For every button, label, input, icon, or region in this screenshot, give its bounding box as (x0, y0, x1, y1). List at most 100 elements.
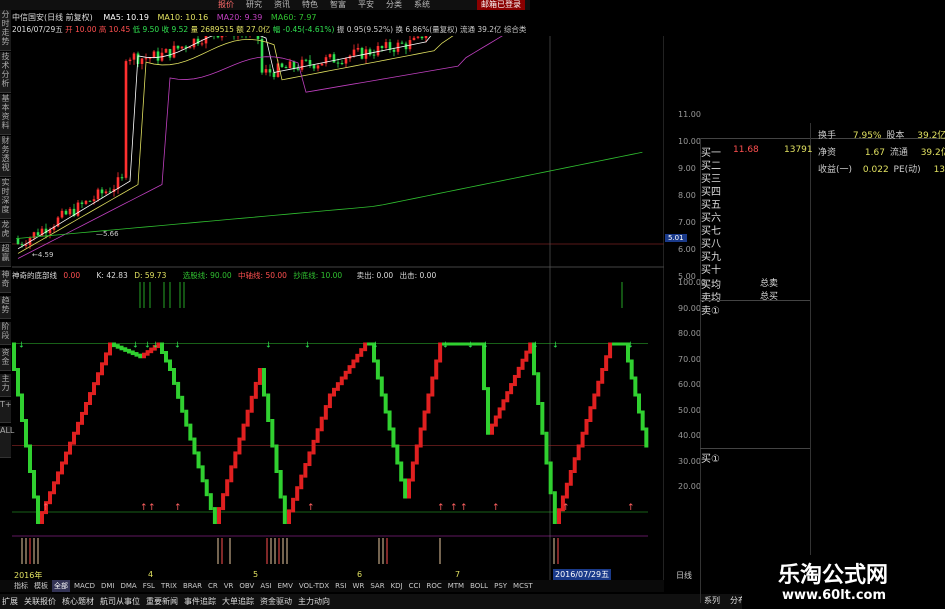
indicator-step (12, 342, 16, 371)
indicator-tab[interactable]: ASI (258, 580, 273, 592)
left-tab-lower[interactable]: 神奇 (0, 270, 11, 293)
indicator-step (184, 409, 189, 427)
candle-body (332, 54, 336, 63)
indicator-tab[interactable]: OBV (237, 580, 256, 592)
left-tab-lower[interactable]: 主力 (0, 374, 11, 397)
stock-name: 中信国安(日线 前复权) (12, 13, 93, 22)
indicator-tab[interactable]: VOL-TDX (297, 580, 331, 592)
quote-exchange: 换 6.86%(量复权) (395, 25, 458, 34)
indicator-step (28, 444, 32, 473)
bottom-bar-item[interactable]: 重要新闻 (146, 594, 178, 609)
bottom-bar-item[interactable]: 资金驱动 (260, 594, 292, 609)
left-tab[interactable]: 分时走势 (0, 10, 11, 51)
login-warning[interactable]: 邮箱已登录 (477, 0, 525, 10)
indicator-tab[interactable]: ROC (424, 580, 443, 592)
indicator-tab[interactable]: 全部 (52, 580, 70, 592)
indicator-tab[interactable]: MACD (72, 580, 97, 592)
indicator-step (343, 370, 348, 380)
day-label[interactable]: 日线 (676, 570, 692, 581)
bottom-bar-item[interactable]: 主力动向 (298, 594, 330, 609)
indicator-tab[interactable]: 模板 (32, 580, 50, 592)
indicator-tab[interactable]: MCST (511, 580, 535, 592)
indicator-step (347, 365, 352, 374)
indicator-tab[interactable]: CR (206, 580, 220, 592)
candle-body (64, 210, 68, 215)
indicator-tab[interactable]: FSL (141, 580, 157, 592)
top-menu-item[interactable]: 智富 (330, 0, 346, 10)
indicator-l2: 中轴线: 50.00 (238, 271, 287, 280)
indicator-tab[interactable]: VR (222, 580, 236, 592)
left-tab[interactable]: 龙虎 (0, 220, 11, 243)
indicator-step (509, 383, 514, 395)
left-tab[interactable]: 技术分析 (0, 52, 11, 93)
indicator-tab[interactable]: EMV (276, 580, 295, 592)
indicator-tab[interactable]: RSI (333, 580, 348, 592)
top-menu-item[interactable]: 平安 (358, 0, 374, 10)
indicator-header: 神奇的底部线 0.00 K: 42.83 D: 59.73 选股线: 90.00… (12, 270, 436, 281)
total-sell-label: 总卖 (760, 279, 779, 289)
indicator-tab[interactable]: 指标 (12, 580, 30, 592)
candle-body (172, 45, 176, 58)
candle-body (284, 66, 288, 69)
indicator-tab[interactable]: DMI (99, 580, 117, 592)
indicator-step (76, 421, 80, 435)
buy-signal-arrow: ↑ (627, 503, 635, 513)
indicator-step (303, 463, 308, 478)
left-tab-lower[interactable]: ALL (0, 426, 14, 458)
indicator-step (644, 427, 649, 448)
sell-signal-arrow: ↓ (627, 341, 634, 350)
indicator-tab[interactable]: PSY (492, 580, 509, 592)
bottom-bar-item[interactable]: 核心题材 (62, 594, 94, 609)
left-tab[interactable]: 实时深度 (0, 178, 11, 219)
indicator-step (557, 508, 561, 524)
left-tab-lower[interactable]: 阶段 (0, 322, 11, 345)
candle-body (116, 177, 120, 190)
indicator-tab[interactable]: CCI (407, 580, 423, 592)
indicator-tab[interactable]: BRAR (181, 580, 204, 592)
right-panel-vline (810, 123, 811, 603)
top-menu-item[interactable]: 资讯 (274, 0, 290, 10)
left-tab[interactable]: 财务透视 (0, 136, 11, 177)
indicator-tab[interactable]: MTM (446, 580, 466, 592)
candle-body (20, 244, 24, 246)
indicator-step (295, 486, 300, 501)
left-tab[interactable]: 超赢 (0, 244, 11, 267)
indicator-l5: 出击: 0.00 (399, 271, 437, 280)
left-tab-lower[interactable]: T+ (0, 400, 12, 423)
indicator-step (229, 465, 234, 483)
top-menu-item[interactable]: 特色 (302, 0, 318, 10)
bottom-bar-item[interactable]: 扩展 (2, 594, 18, 609)
indicator-step (426, 393, 431, 414)
indicator-step (225, 479, 230, 497)
top-menu-item[interactable]: 研究 (246, 0, 262, 10)
bottom-bar-item[interactable]: 事件追踪 (184, 594, 216, 609)
candle-body (260, 38, 264, 73)
left-tab-lower[interactable]: 资金 (0, 348, 11, 371)
indicator-tab[interactable]: DMA (118, 580, 138, 592)
bottom-bar-item[interactable]: 航司从事位 (100, 594, 140, 609)
indicator-tab[interactable]: BOLL (468, 580, 490, 592)
indicator-step (115, 344, 120, 349)
indicator-step (138, 353, 143, 359)
indicator-tab[interactable]: TRIX (159, 580, 179, 592)
price-chart[interactable]: ↑ ↑ ↑ ↑ ↑ ↑ ↑ ↑ ↑ ↑ ↑↓ ↓ ↓ ↓ ↓ ↓ ↓ ↓ ↓ ↓ ↓ ↓ ↓ ↓ (12, 36, 664, 580)
left-tab[interactable]: 基本资料 (0, 94, 11, 135)
bottom-bar-item[interactable]: 大单追踪 (222, 594, 254, 609)
top-menu-item[interactable]: 分类 (386, 0, 402, 10)
top-menu-item[interactable]: 报价 (218, 0, 234, 10)
bottom-bar-item[interactable]: 关联报价 (24, 594, 56, 609)
series-tab[interactable]: 系列 (704, 595, 720, 606)
indicator-l4: 卖出: 0.00 (356, 271, 394, 280)
indicator-step (604, 355, 609, 371)
indicator-tab[interactable]: WR (351, 580, 367, 592)
indicator-step (568, 470, 573, 486)
indicator-tab[interactable]: SAR (368, 580, 386, 592)
candle-body (180, 46, 184, 49)
left-tab-lower[interactable]: 趋势 (0, 296, 11, 319)
buy-signal-arrow: ↑ (437, 503, 445, 513)
top-menu-item[interactable]: 系统 (414, 0, 430, 10)
indicator-step (383, 393, 388, 414)
month-marker: 5 (253, 570, 259, 579)
indicator-step (637, 393, 641, 414)
indicator-tab[interactable]: KDJ (389, 580, 405, 592)
